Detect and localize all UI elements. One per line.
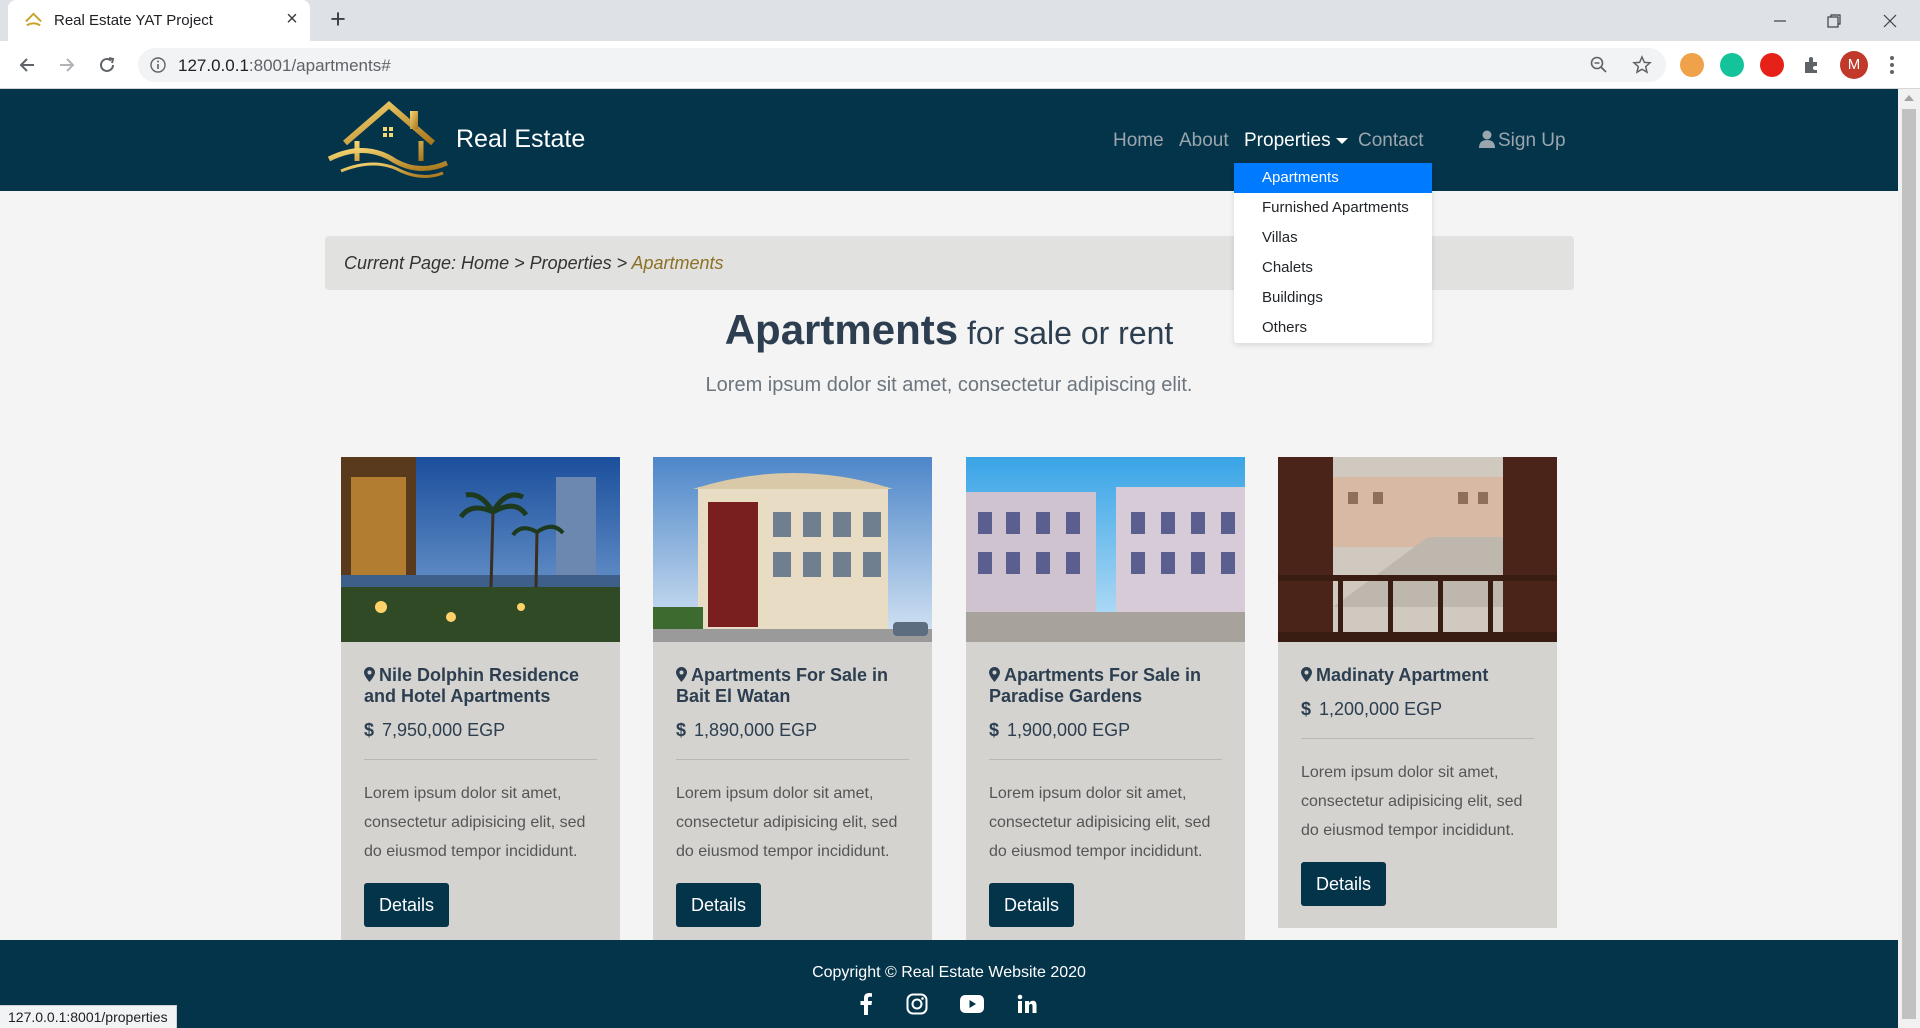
dropdown-item-buildings[interactable]: Buildings [1234,283,1432,313]
property-image[interactable] [341,457,620,642]
facebook-icon[interactable] [853,991,879,1017]
dropdown-item-others[interactable]: Others [1234,313,1432,343]
details-button[interactable]: Details [1301,862,1386,906]
nav-home[interactable]: Home [1113,130,1164,152]
house-favicon-icon [25,12,42,27]
reload-icon[interactable] [93,51,121,79]
linkedin-icon[interactable] [1014,991,1040,1017]
status-url-bubble: 127.0.0.1:8001/properties [0,1005,177,1028]
site-navbar: Real Estate Home About Properties Contac… [0,89,1898,191]
card-divider [364,759,597,760]
tab-close-icon[interactable]: × [282,9,302,30]
dollar-icon: $ [989,720,1000,740]
breadcrumb-current: Apartments [631,253,724,273]
profile-avatar[interactable]: M [1840,51,1868,79]
map-marker-icon [676,667,687,682]
properties-dropdown-menu: Apartments Furnished Apartments Villas C… [1234,163,1432,343]
property-card: Madinaty Apartment $1,200,000 EGP Lorem … [1278,457,1557,928]
extensions-puzzle-icon[interactable] [1800,53,1824,77]
card-divider [1301,738,1534,739]
page-subtitle: Lorem ipsum dolor sit amet, consectetur … [705,374,1193,396]
details-button[interactable]: Details [676,883,761,927]
property-price: $7,950,000 EGP [364,720,506,740]
nav-about[interactable]: About [1179,130,1229,152]
map-marker-icon [989,667,1000,682]
property-description: Lorem ipsum dolor sit amet, consectetur … [989,785,1211,860]
zoom-out-icon[interactable] [1590,56,1608,74]
caret-down-icon [1335,137,1348,144]
property-title[interactable]: Apartments For Sale in Bait El Watan [676,665,916,707]
dropdown-item-chalets[interactable]: Chalets [1234,253,1432,283]
browser-tab-strip: Real Estate YAT Project × + [0,0,1920,41]
property-description: Lorem ipsum dolor sit amet, consectetur … [1301,764,1523,839]
page-title: Apartments for sale or rent [724,306,1174,353]
property-price: $1,200,000 EGP [1301,699,1443,719]
map-marker-icon [364,667,375,682]
dropdown-item-apartments[interactable]: Apartments [1234,163,1432,193]
address-bar[interactable]: 127.0.0.1:8001/apartments# [138,48,1666,82]
nav-contact[interactable]: Contact [1358,130,1423,152]
copyright-text: Copyright © Real Estate Website 2020 [812,964,1086,981]
breadcrumb-text: Current Page: Home > Properties > Apartm… [344,253,724,273]
property-price: $1,890,000 EGP [676,720,818,740]
instagram-icon[interactable] [904,991,930,1017]
restore-icon[interactable] [1806,0,1862,41]
dropdown-item-furnished-apartments[interactable]: Furnished Apartments [1234,193,1432,223]
dollar-icon: $ [364,720,375,740]
new-tab-icon[interactable]: + [324,6,352,34]
forward-icon[interactable] [53,51,81,79]
property-card: Nile Dolphin Residence and Hotel Apartme… [341,457,620,940]
grammarly-icon[interactable] [1720,53,1744,77]
property-price: $1,900,000 EGP [989,720,1131,740]
adblock-icon[interactable] [1760,53,1784,77]
site-info-icon[interactable] [150,57,166,73]
dropdown-item-villas[interactable]: Villas [1234,223,1432,253]
minimize-icon[interactable] [1752,0,1808,41]
back-icon[interactable] [13,51,41,79]
details-button[interactable]: Details [364,883,449,927]
property-title[interactable]: Nile Dolphin Residence and Hotel Apartme… [364,665,604,707]
user-icon [1479,130,1495,148]
card-divider [676,759,909,760]
tab-title: Real Estate YAT Project [54,12,213,29]
browser-tab[interactable]: Real Estate YAT Project × [8,0,310,41]
card-divider [989,759,1222,760]
site-footer: Copyright © Real Estate Website 2020 [0,940,1898,1028]
property-card: Apartments For Sale in Paradise Gardens … [966,457,1245,940]
nav-properties[interactable]: Properties [1244,130,1348,152]
youtube-icon[interactable] [959,991,985,1017]
property-title[interactable]: Apartments For Sale in Paradise Gardens [989,665,1229,707]
map-marker-icon [1301,667,1312,682]
page-scrollbar[interactable] [1898,89,1920,1028]
dollar-icon: $ [676,720,687,740]
nav-signup[interactable]: Sign Up [1479,130,1566,152]
property-image[interactable] [1278,457,1557,642]
details-button[interactable]: Details [989,883,1074,927]
url-text: 127.0.0.1:8001/apartments# [178,56,391,75]
close-window-icon[interactable] [1862,0,1918,41]
brand-name[interactable]: Real Estate [456,125,585,154]
extension-image-icon[interactable] [1680,53,1704,77]
browser-toolbar: 127.0.0.1:8001/apartments# M [0,41,1920,89]
property-title[interactable]: Madinaty Apartment [1301,665,1541,686]
property-description: Lorem ipsum dolor sit amet, consectetur … [676,785,898,860]
house-logo-icon[interactable] [325,97,455,183]
property-image[interactable] [653,457,932,642]
property-image[interactable] [966,457,1245,642]
property-description: Lorem ipsum dolor sit amet, consectetur … [364,785,586,860]
bookmark-star-icon[interactable] [1632,55,1652,75]
browser-menu-icon[interactable] [1880,53,1904,77]
property-card: Apartments For Sale in Bait El Watan $1,… [653,457,932,940]
scrollbar-thumb[interactable] [1902,109,1916,1019]
scroll-up-icon[interactable] [1904,95,1914,101]
dollar-icon: $ [1301,699,1312,719]
